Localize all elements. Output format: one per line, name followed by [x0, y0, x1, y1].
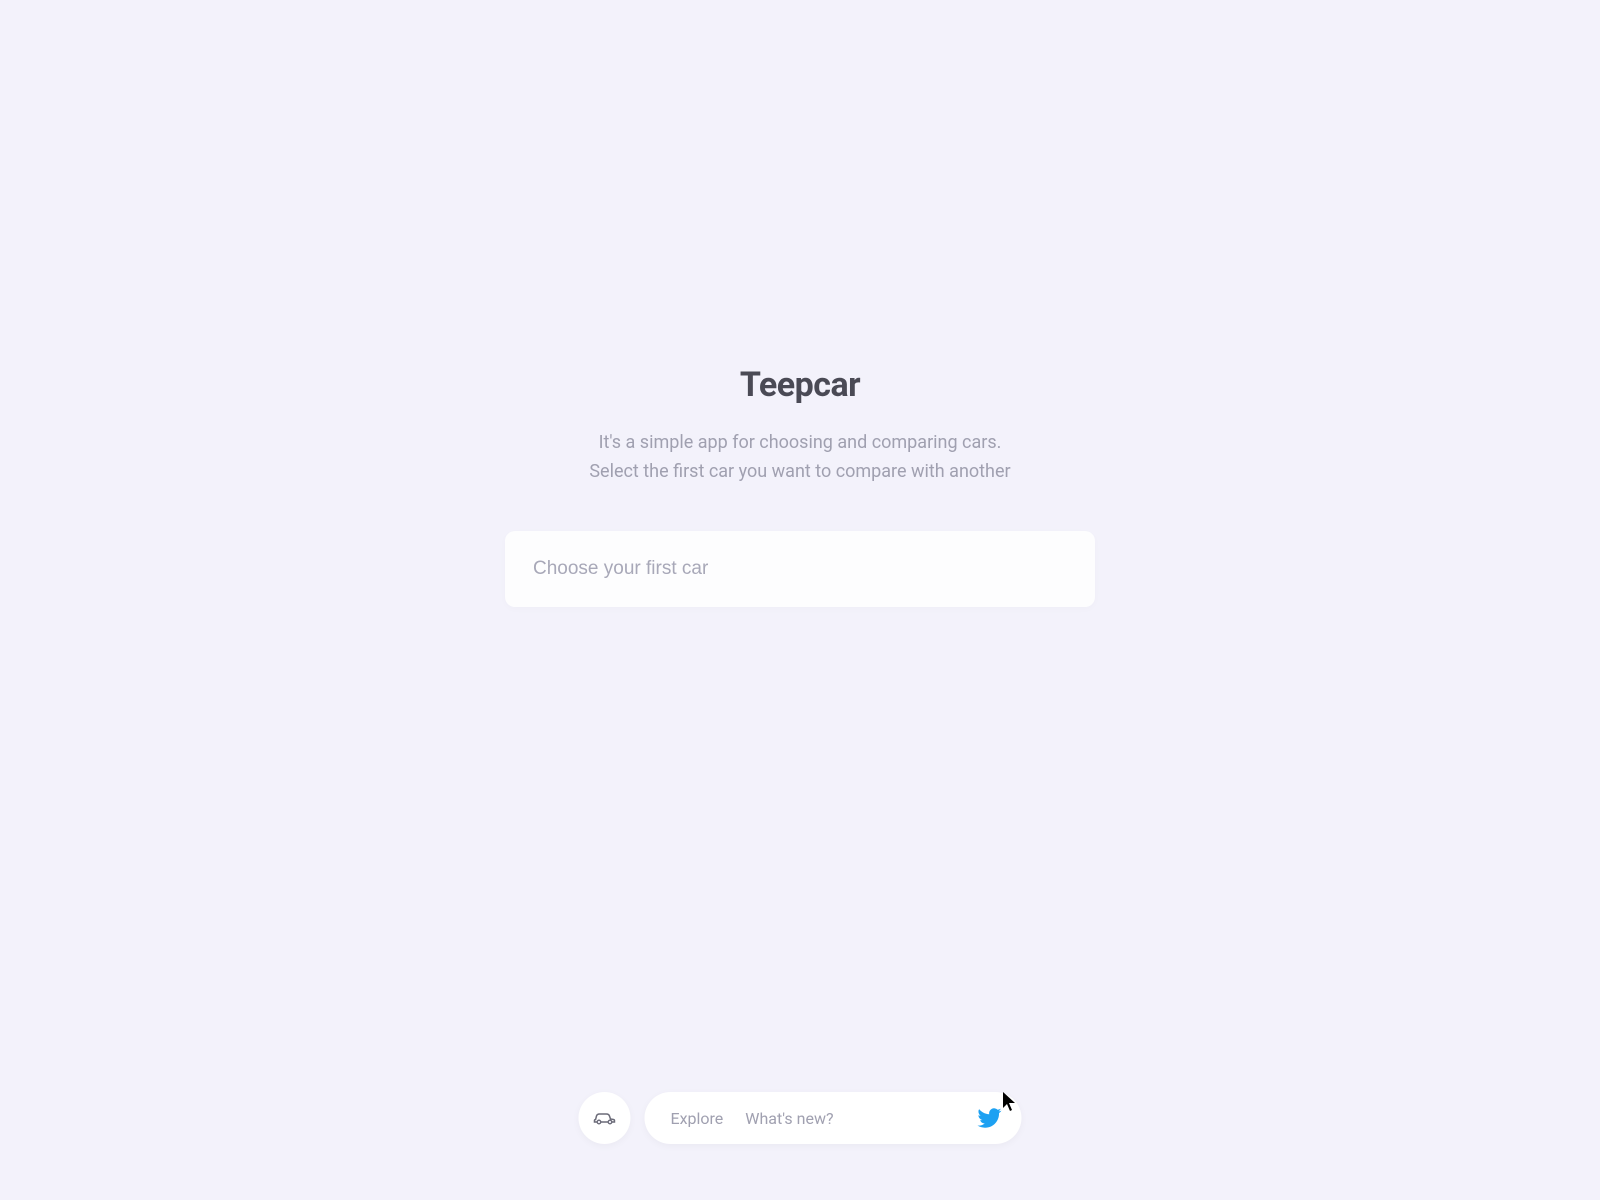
explore-link[interactable]: Explore — [670, 1109, 723, 1128]
page-subtitle: It's a simple app for choosing and compa… — [589, 429, 1010, 487]
car-selection-input[interactable] — [505, 531, 1095, 607]
twitter-icon[interactable] — [978, 1106, 1002, 1130]
page-title: Teepcar — [740, 365, 860, 405]
bottom-navigation: Explore What's new? — [578, 1092, 1021, 1144]
whats-new-link[interactable]: What's new? — [745, 1109, 833, 1128]
car-icon — [592, 1111, 616, 1125]
car-input-container — [505, 531, 1095, 607]
main-content: Teepcar It's a simple app for choosing a… — [0, 365, 1600, 607]
nav-pill: Explore What's new? — [644, 1092, 1021, 1144]
logo-button[interactable] — [578, 1092, 630, 1144]
subtitle-line-1: It's a simple app for choosing and compa… — [589, 429, 1010, 458]
subtitle-line-2: Select the first car you want to compare… — [589, 458, 1010, 487]
